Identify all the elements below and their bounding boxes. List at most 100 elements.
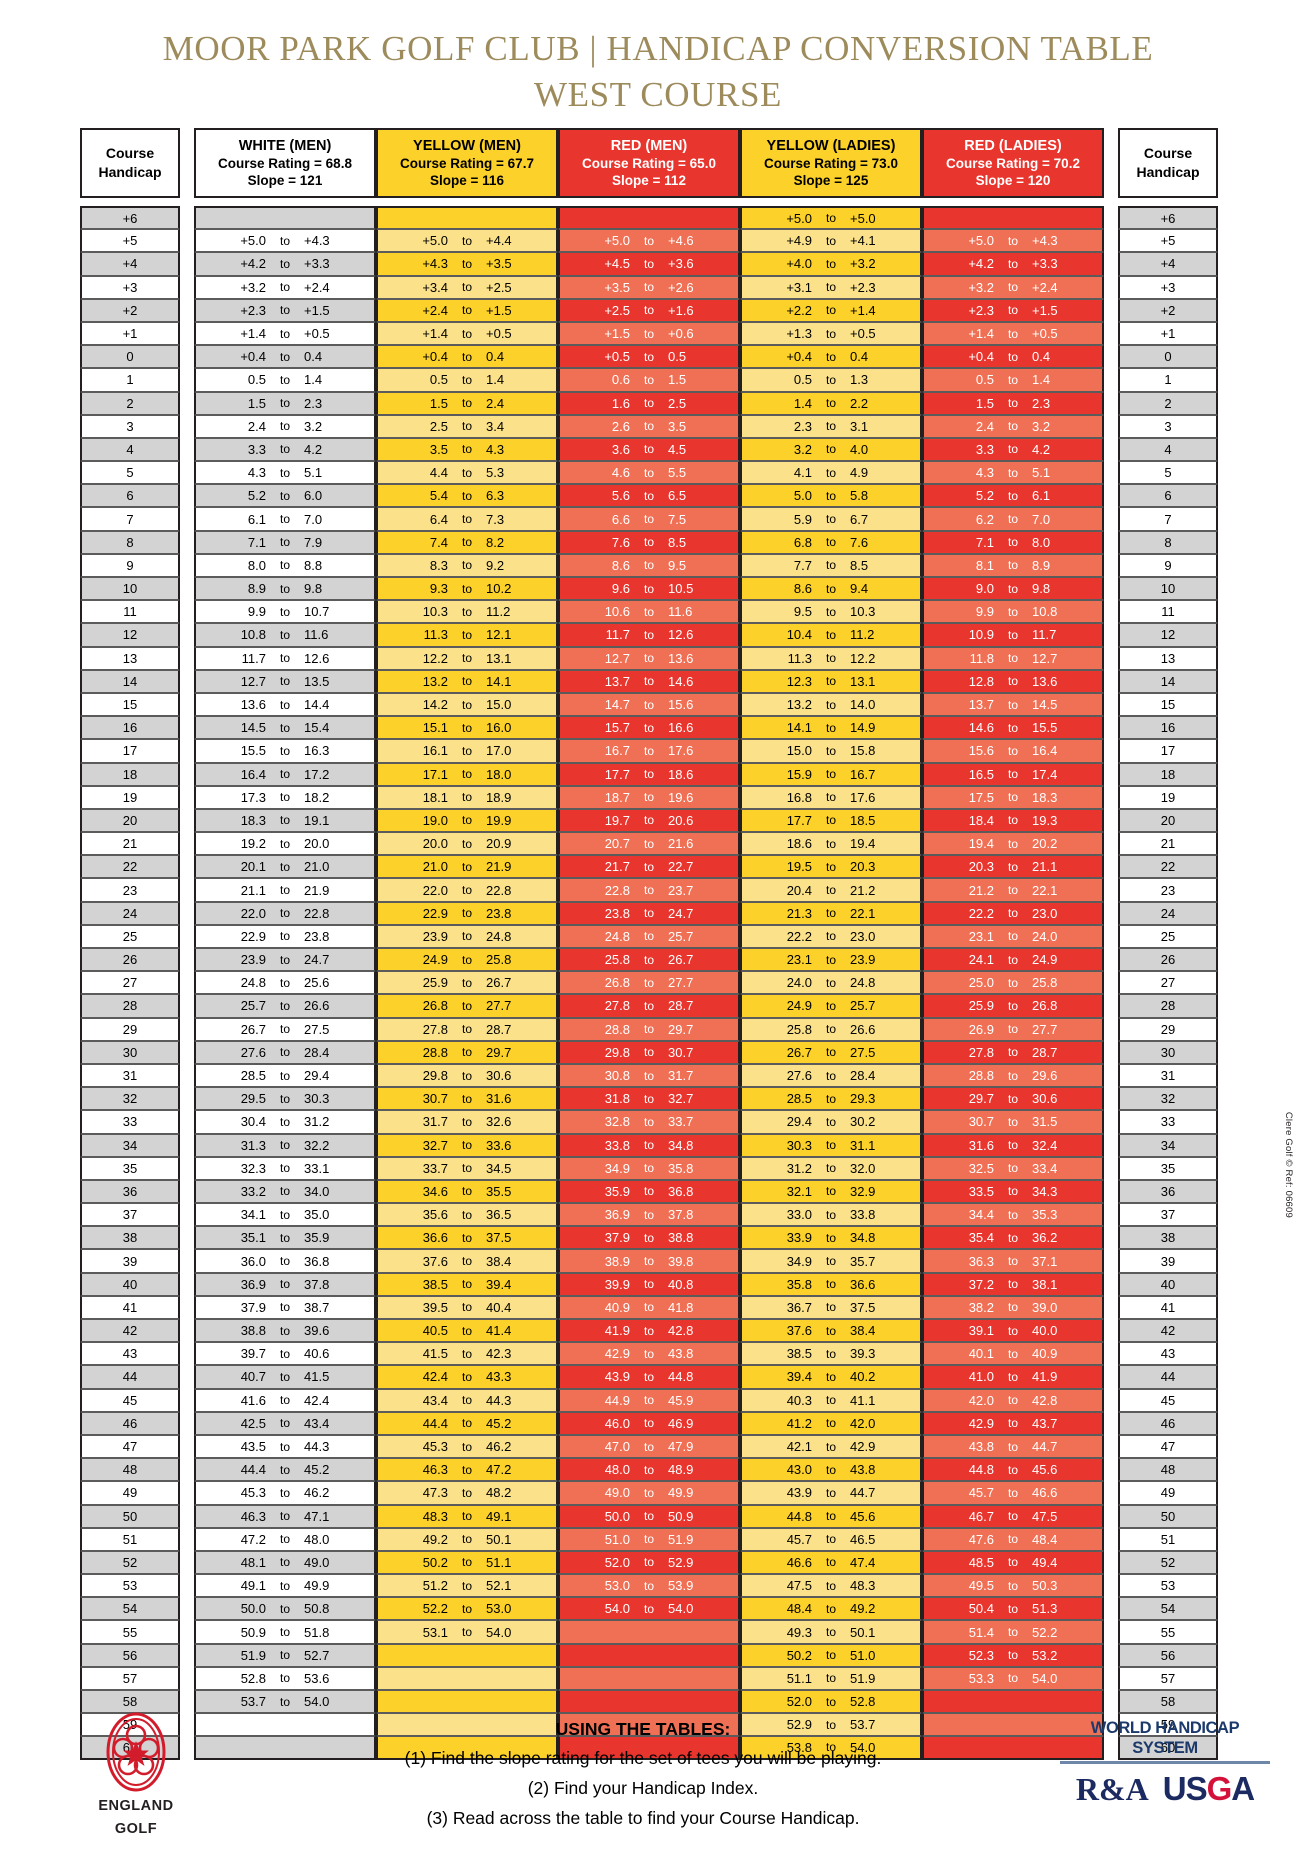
range-high: 14.9 [850, 720, 876, 736]
spacer-right [1104, 438, 1118, 461]
range-cell-yellow_men [376, 1666, 558, 1690]
course-handicap-right: 14 [1118, 669, 1218, 693]
range: 19.7 to 20.6 [560, 810, 738, 831]
range-separator: to [461, 906, 472, 921]
range: 35.4 to 36.2 [924, 1227, 1102, 1248]
range-high: 24.8 [850, 975, 876, 991]
range: 42.0 to 42.8 [924, 1390, 1102, 1411]
course-handicap-left: 32 [80, 1087, 180, 1111]
range-cell-white_men: +4.2 to +3.3 [194, 252, 376, 276]
range: 26.8 to 27.7 [560, 972, 738, 993]
range-low: 4.4 [429, 465, 448, 481]
whs-marks: R&A USGA [1060, 1772, 1270, 1807]
range-cell-red_lad: 37.2 to 38.1 [922, 1272, 1104, 1296]
range-high: 30.2 [850, 1114, 876, 1130]
course-handicap-right: 10 [1118, 577, 1218, 601]
range-cell-red_men: 23.8 to 24.7 [558, 901, 740, 925]
course-handicap-left: 50 [80, 1504, 180, 1528]
range: 29.8 to 30.7 [560, 1042, 738, 1063]
range-high: 48.2 [486, 1485, 512, 1501]
range-separator: to [825, 813, 836, 828]
table-row: 41 37.9 to 38.7 39.5 to 40.4 40.9 to 41.8 36.7 to 37… [80, 1295, 1218, 1319]
range: +0.4 to 0.4 [742, 346, 920, 367]
range: 51.4 to 52.2 [924, 1621, 1102, 1642]
england-golf-rose-icon [103, 1712, 169, 1792]
range-high: 33.8 [850, 1207, 876, 1223]
range: 42.4 to 43.3 [378, 1366, 556, 1387]
range: 20.4 to 21.2 [742, 879, 920, 900]
range: 37.6 to 38.4 [742, 1320, 920, 1341]
range: 6.1 to 7.0 [196, 508, 374, 529]
range-high: +4.3 [1032, 233, 1058, 249]
range-high: 50.8 [304, 1601, 330, 1617]
range: 43.9 to 44.7 [742, 1482, 920, 1503]
range-high: 24.9 [1032, 952, 1058, 968]
range: 10.8 to 11.6 [196, 624, 374, 645]
range: 20.3 to 21.1 [924, 856, 1102, 877]
range-separator: to [279, 697, 290, 712]
range-low: 43.9 [786, 1485, 812, 1501]
range-cell-yellow_lad: 22.2 to 23.0 [740, 924, 922, 948]
range-separator: to [1007, 1462, 1018, 1477]
range: 7.6 to 8.5 [560, 532, 738, 553]
range: 50.0 to 50.8 [196, 1598, 374, 1619]
course-handicap-left: 49 [80, 1481, 180, 1505]
range-cell-white_men: 16.4 to 17.2 [194, 762, 376, 786]
range-separator: to [461, 859, 472, 874]
range-high: 20.9 [486, 836, 512, 852]
range-cell-red_lad: 20.3 to 21.1 [922, 855, 1104, 879]
range-cell-white_men: 22.0 to 22.8 [194, 901, 376, 925]
course-handicap-right: 48 [1118, 1458, 1218, 1482]
handicap-conversion-table: Course Handicap WHITE (MEN) Course Ratin… [80, 128, 1218, 1760]
range-cell-white_men: 13.6 to 14.4 [194, 692, 376, 717]
range: 38.9 to 39.8 [560, 1250, 738, 1271]
range-separator: to [461, 952, 472, 967]
range: 29.5 to 30.3 [196, 1088, 374, 1109]
spacer-left [180, 1574, 194, 1597]
range-high: 51.8 [304, 1624, 330, 1640]
range-high: +4.3 [304, 233, 330, 249]
range-high: 5.5 [668, 465, 687, 481]
range-high: 27.7 [1032, 1021, 1058, 1037]
range: 37.6 to 38.4 [378, 1250, 556, 1271]
range-separator: to [461, 1462, 472, 1477]
range-low: 24.8 [240, 975, 266, 991]
range: 22.0 to 22.8 [196, 903, 374, 924]
range: 33.7 to 34.5 [378, 1158, 556, 1179]
world-handicap-system-logo: WORLD HANDICAP SYSTEM R&A USGA [1060, 1710, 1270, 1806]
course-handicap-right: 21 [1118, 832, 1218, 856]
course-handicap-left: 14 [80, 669, 180, 693]
table-row: 32 29.5 to 30.3 30.7 to 31.6 31.8 to 32.7 28.5 to 29… [80, 1087, 1218, 1111]
range-high: 29.6 [1032, 1068, 1058, 1084]
course-handicap-right: 15 [1118, 692, 1218, 717]
range-cell-white_men: 41.6 to 42.4 [194, 1388, 376, 1412]
range-separator: to [461, 1068, 472, 1083]
range-separator: to [461, 581, 472, 596]
slope-rating: Slope = 121 [247, 172, 323, 188]
range-low: 16.7 [604, 743, 630, 759]
range-high: 36.8 [304, 1253, 330, 1269]
range-cell-red_lad: 50.4 to 51.3 [922, 1597, 1104, 1621]
range-cell-white_men: 50.0 to 50.8 [194, 1597, 376, 1621]
range-low: 3.5 [429, 441, 448, 457]
range-high: 14.1 [486, 673, 512, 689]
range: 7.7 to 8.5 [742, 555, 920, 576]
range-cell-yellow_lad: 15.0 to 15.8 [740, 739, 922, 763]
range-separator: to [461, 1254, 472, 1269]
course-handicap-left: 36 [80, 1179, 180, 1204]
range-low: 44.8 [786, 1508, 812, 1524]
range-low: 25.0 [968, 975, 994, 991]
range-separator: to [461, 512, 472, 527]
range: 42.9 to 43.7 [924, 1413, 1102, 1434]
range-low: 16.5 [968, 766, 994, 782]
spacer-left [180, 345, 194, 368]
range-cell-red_men: 5.6 to 6.5 [558, 484, 740, 508]
range-high: +1.5 [486, 302, 512, 318]
range-high: 41.8 [668, 1299, 694, 1315]
range-separator: to [461, 1184, 472, 1199]
range: 25.8 to 26.7 [560, 949, 738, 970]
range: 23.1 to 24.0 [924, 926, 1102, 947]
range: 21.3 to 22.1 [742, 903, 920, 924]
range-high: 31.5 [1032, 1114, 1058, 1130]
range-separator: to [279, 813, 290, 828]
